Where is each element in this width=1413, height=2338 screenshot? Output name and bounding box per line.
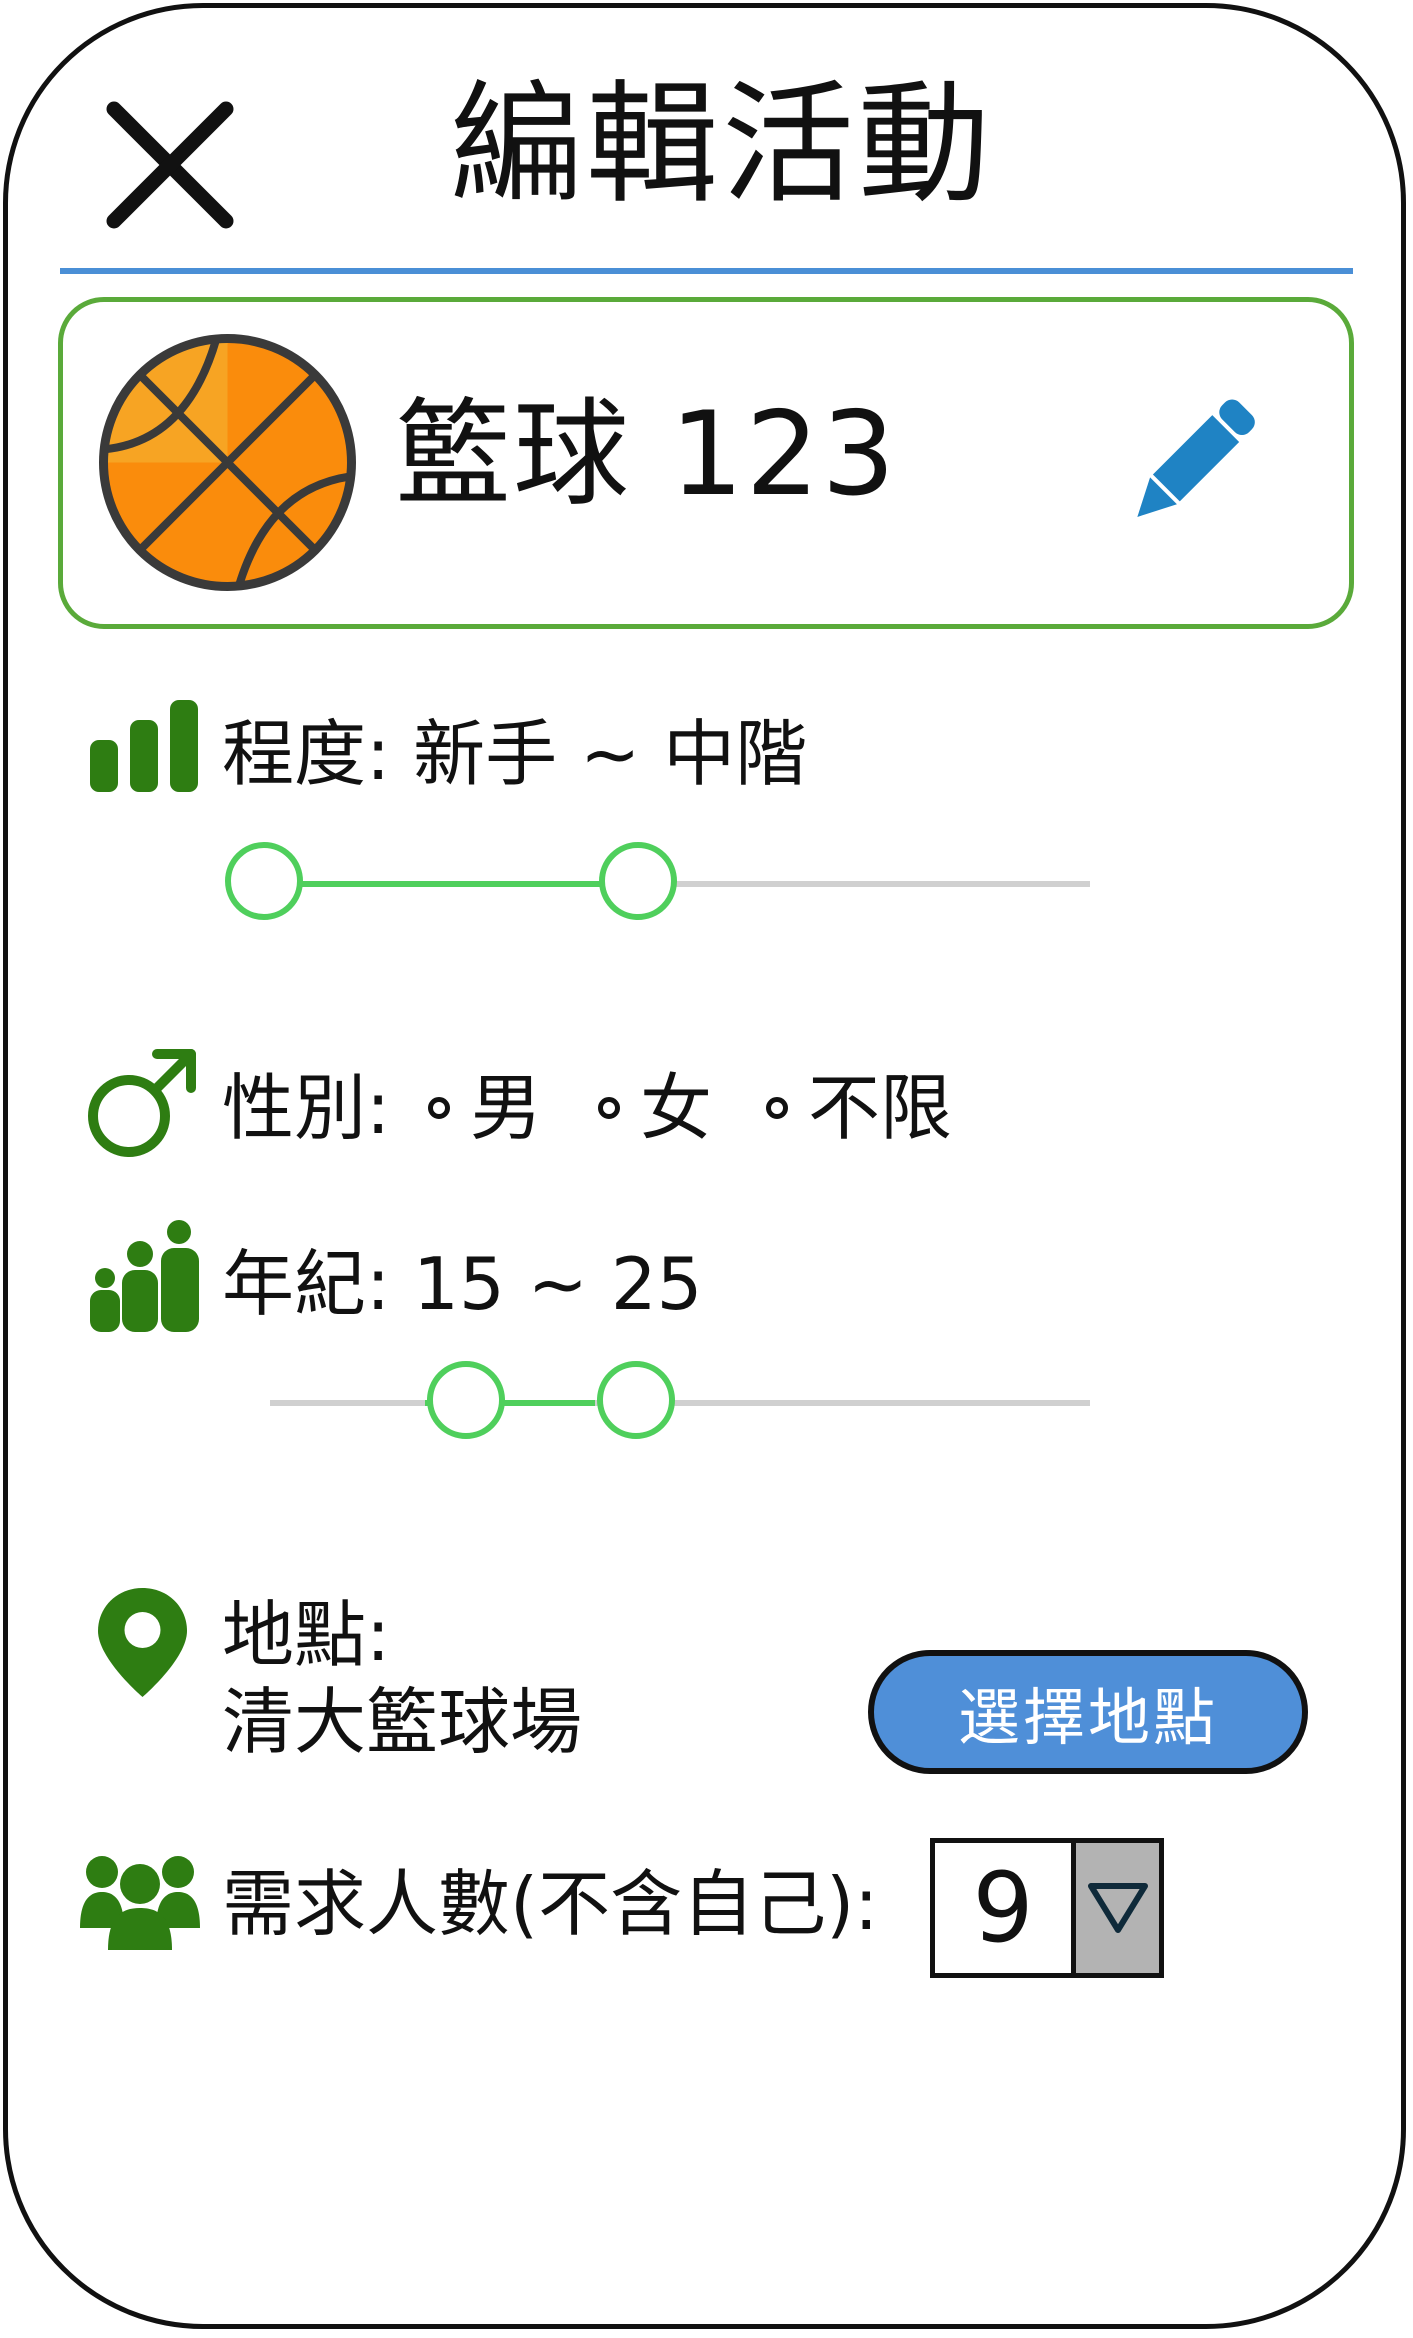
radio-button[interactable] xyxy=(598,1097,620,1119)
people-count-label: 需求人數(不含自己): xyxy=(222,1862,879,1946)
age-label: 年紀: 15 ~ 25 xyxy=(222,1242,703,1326)
gender-option-label: 女 xyxy=(640,1066,713,1150)
level-slider-min-handle[interactable] xyxy=(225,842,303,920)
gender-option-label: 男 xyxy=(470,1066,543,1150)
gender-option-label: 不限 xyxy=(808,1066,953,1150)
triangle-down-icon xyxy=(1087,1883,1148,1933)
header-divider xyxy=(60,268,1353,274)
age-slider-min-handle[interactable] xyxy=(427,1361,505,1439)
location-label: 地點: xyxy=(222,1593,391,1677)
level-slider-max-handle[interactable] xyxy=(599,842,677,920)
choose-location-button[interactable]: 選擇地點 xyxy=(868,1650,1308,1774)
people-count-value: 9 xyxy=(935,1843,1076,1973)
basketball-icon xyxy=(95,330,360,595)
group-icon xyxy=(80,1850,200,1950)
location-value: 清大籃球場 xyxy=(222,1680,583,1764)
age-slider-max-handle[interactable] xyxy=(597,1361,675,1439)
edit-name-button[interactable] xyxy=(1125,395,1260,530)
radio-button[interactable] xyxy=(766,1097,788,1119)
people-count-select[interactable]: 9 xyxy=(930,1838,1164,1978)
location-pin-icon xyxy=(95,1585,190,1700)
activity-name: 籃球 123 xyxy=(395,387,898,522)
age-slider-track xyxy=(270,1400,1090,1406)
gender-option-any[interactable]: 不限 xyxy=(766,1066,952,1150)
level-slider-fill xyxy=(265,881,638,887)
close-icon xyxy=(106,101,234,229)
level-label: 程度: 新手 ~ 中階 xyxy=(222,712,808,796)
close-button[interactable] xyxy=(100,95,240,235)
page-title: 編輯活動 xyxy=(450,68,994,222)
level-bars-icon xyxy=(90,700,200,792)
radio-button[interactable] xyxy=(428,1097,450,1119)
gender-option-female[interactable]: 女 xyxy=(598,1066,712,1150)
gender-label: 性別: xyxy=(222,1066,391,1150)
gender-option-male[interactable]: 男 xyxy=(428,1066,542,1150)
family-age-icon xyxy=(85,1220,200,1332)
age-slider[interactable] xyxy=(270,1357,1090,1449)
dropdown-toggle[interactable] xyxy=(1076,1843,1159,1973)
level-slider[interactable] xyxy=(225,838,1090,930)
pencil-icon xyxy=(1137,399,1255,517)
male-symbol-icon xyxy=(85,1045,200,1160)
